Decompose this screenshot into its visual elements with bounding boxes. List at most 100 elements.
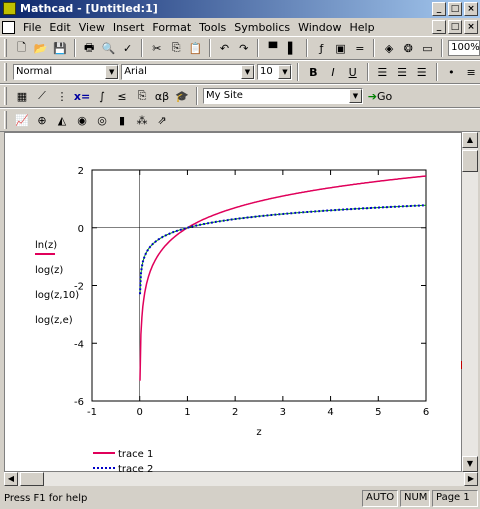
menu-edit[interactable]: Edit (45, 21, 74, 34)
xy-plot[interactable]: -1 0 1 2 3 4 5 620-2-4-6zln(z)log(z)log(z,10)lo… (5, 133, 463, 475)
chevron-down-icon[interactable]: ▼ (278, 65, 292, 79)
menu-view[interactable]: View (75, 21, 109, 34)
toolbar-grip[interactable] (4, 39, 7, 57)
bullets-icon[interactable]: • (443, 63, 461, 81)
graph-toolbar: 📈 ⊕ ◭ ◉ ◎ ▮ ⁂ ⇗ (0, 108, 480, 132)
contour-plot-icon[interactable]: ◎ (93, 111, 111, 129)
series-line-2 (139, 204, 426, 295)
y-axis-expression: ln(z) (35, 240, 57, 251)
x-tick-label: 5 (375, 407, 381, 418)
scroll-up-button[interactable]: ▲ (462, 132, 478, 148)
components-icon[interactable]: ◈ (380, 39, 397, 57)
font-size-select[interactable]: 10 ▼ (256, 64, 293, 80)
calculator-icon[interactable]: ▦ (13, 87, 31, 105)
document-icon[interactable] (2, 20, 15, 34)
resources-select[interactable]: My Site ▼ (203, 88, 363, 104)
symbolic-icon[interactable]: 🎓 (173, 87, 191, 105)
y-axis-expression: log(z) (35, 265, 63, 276)
menu-file[interactable]: File (19, 21, 45, 34)
underline-button[interactable]: U (344, 63, 362, 81)
toolbar-separator (208, 39, 211, 57)
resource-center-icon[interactable]: ❂ (400, 39, 417, 57)
menu-tools[interactable]: Tools (195, 21, 230, 34)
maximize-button[interactable]: □ (448, 2, 462, 16)
scroll-down-button[interactable]: ▼ (462, 456, 478, 472)
help-icon[interactable]: ▭ (419, 39, 436, 57)
scatter-plot-icon[interactable]: ⁂ (133, 111, 151, 129)
menu-symbolics[interactable]: Symbolics (230, 21, 294, 34)
align-down-icon[interactable]: ▌ (284, 39, 301, 57)
menu-bar: File Edit View Insert Format Tools Symbo… (0, 18, 480, 36)
save-icon[interactable]: 💾 (51, 39, 68, 57)
doc-minimize-button[interactable]: _ (432, 20, 446, 34)
chevron-down-icon[interactable]: ▼ (240, 65, 254, 79)
go-button[interactable]: ➔ Go (365, 87, 395, 105)
undo-icon[interactable]: ↶ (216, 39, 233, 57)
horizontal-scrollbar[interactable]: ◀ ▶ (4, 472, 478, 486)
print-icon[interactable]: 🖶 (81, 39, 98, 57)
menu-help[interactable]: Help (345, 21, 378, 34)
calculus-icon[interactable]: ∫ (93, 87, 111, 105)
scroll-right-button[interactable]: ▶ (464, 472, 478, 486)
horizontal-scroll-thumb[interactable] (20, 472, 44, 486)
surface-plot-icon[interactable]: ◭ (53, 111, 71, 129)
mathcad-app-icon[interactable] (3, 2, 16, 15)
y-tick-label: 2 (78, 166, 84, 177)
chevron-down-icon[interactable]: ▼ (105, 65, 119, 79)
boolean-icon[interactable]: ≤ (113, 87, 131, 105)
graph-icon[interactable]: ⟋ (33, 87, 51, 105)
font-select[interactable]: Arial ▼ (121, 64, 255, 80)
style-select[interactable]: Normal ▼ (12, 64, 120, 80)
paste-icon[interactable]: 📋 (187, 39, 204, 57)
x-tick-label: 2 (232, 407, 238, 418)
evaluation-button[interactable]: x= (73, 87, 91, 105)
insert-unit-icon[interactable]: ▣ (332, 39, 349, 57)
new-icon[interactable]: 🗋 (13, 39, 30, 57)
worksheet-area[interactable]: -1 0 1 2 3 4 5 6 2 0 -2 -4 -6 z ln(z) log(z) log(z,10) lo… (4, 132, 463, 475)
insert-function-icon[interactable]: ƒ (313, 39, 330, 57)
x-tick-label: 3 (280, 407, 286, 418)
toolbar-grip[interactable] (4, 63, 7, 81)
doc-close-button[interactable]: × (464, 20, 478, 34)
menu-format[interactable]: Format (148, 21, 195, 34)
minimize-button[interactable]: _ (432, 2, 446, 16)
x-axis-label: z (256, 427, 261, 438)
align-left-icon[interactable]: ☰ (374, 63, 392, 81)
calculate-icon[interactable]: = (351, 39, 368, 57)
menu-insert[interactable]: Insert (109, 21, 149, 34)
toolbar-separator (373, 39, 376, 57)
italic-button[interactable]: I (324, 63, 342, 81)
zoom-select[interactable]: 100% (448, 40, 480, 56)
copy-icon[interactable]: ⎘ (167, 39, 184, 57)
close-button[interactable]: × (464, 2, 478, 16)
cut-icon[interactable]: ✂ (148, 39, 165, 57)
vertical-scrollbar[interactable]: ▲ ▼ (462, 132, 478, 472)
scroll-thumb[interactable] (462, 150, 478, 172)
matrix-icon[interactable]: ⋮ (53, 87, 71, 105)
menu-window[interactable]: Window (294, 21, 345, 34)
spell-check-icon[interactable]: ✓ (119, 39, 136, 57)
redo-icon[interactable]: ↷ (235, 39, 252, 57)
chevron-down-icon[interactable]: ▼ (349, 89, 362, 103)
sphere-plot-icon[interactable]: ◉ (73, 111, 91, 129)
formatting-toolbar: Normal ▼ Arial ▼ 10 ▼ B I U ☰ ☰ ☰ • ≡ (0, 60, 480, 84)
doc-restore-button[interactable]: □ (448, 20, 462, 34)
x-tick-label: 0 (137, 407, 143, 418)
scroll-left-button[interactable]: ◀ (4, 472, 18, 486)
bold-button[interactable]: B (304, 63, 322, 81)
programming-icon[interactable]: ⎘ (133, 87, 151, 105)
print-preview-icon[interactable]: 🔍 (100, 39, 117, 57)
align-across-icon[interactable]: ▀ (264, 39, 281, 57)
toolbar-grip[interactable] (4, 111, 7, 129)
xy-plot-icon[interactable]: 📈 (13, 111, 31, 129)
legend-label: trace 1 (118, 449, 153, 460)
polar-plot-icon[interactable]: ⊕ (33, 111, 51, 129)
greek-icon[interactable]: αβ (153, 87, 171, 105)
align-center-icon[interactable]: ☰ (393, 63, 411, 81)
numbering-icon[interactable]: ≡ (462, 63, 480, 81)
bar-plot-icon[interactable]: ▮ (113, 111, 131, 129)
vector-field-icon[interactable]: ⇗ (153, 111, 171, 129)
align-right-icon[interactable]: ☰ (413, 63, 431, 81)
open-icon[interactable]: 📂 (32, 39, 49, 57)
toolbar-grip[interactable] (4, 87, 7, 105)
